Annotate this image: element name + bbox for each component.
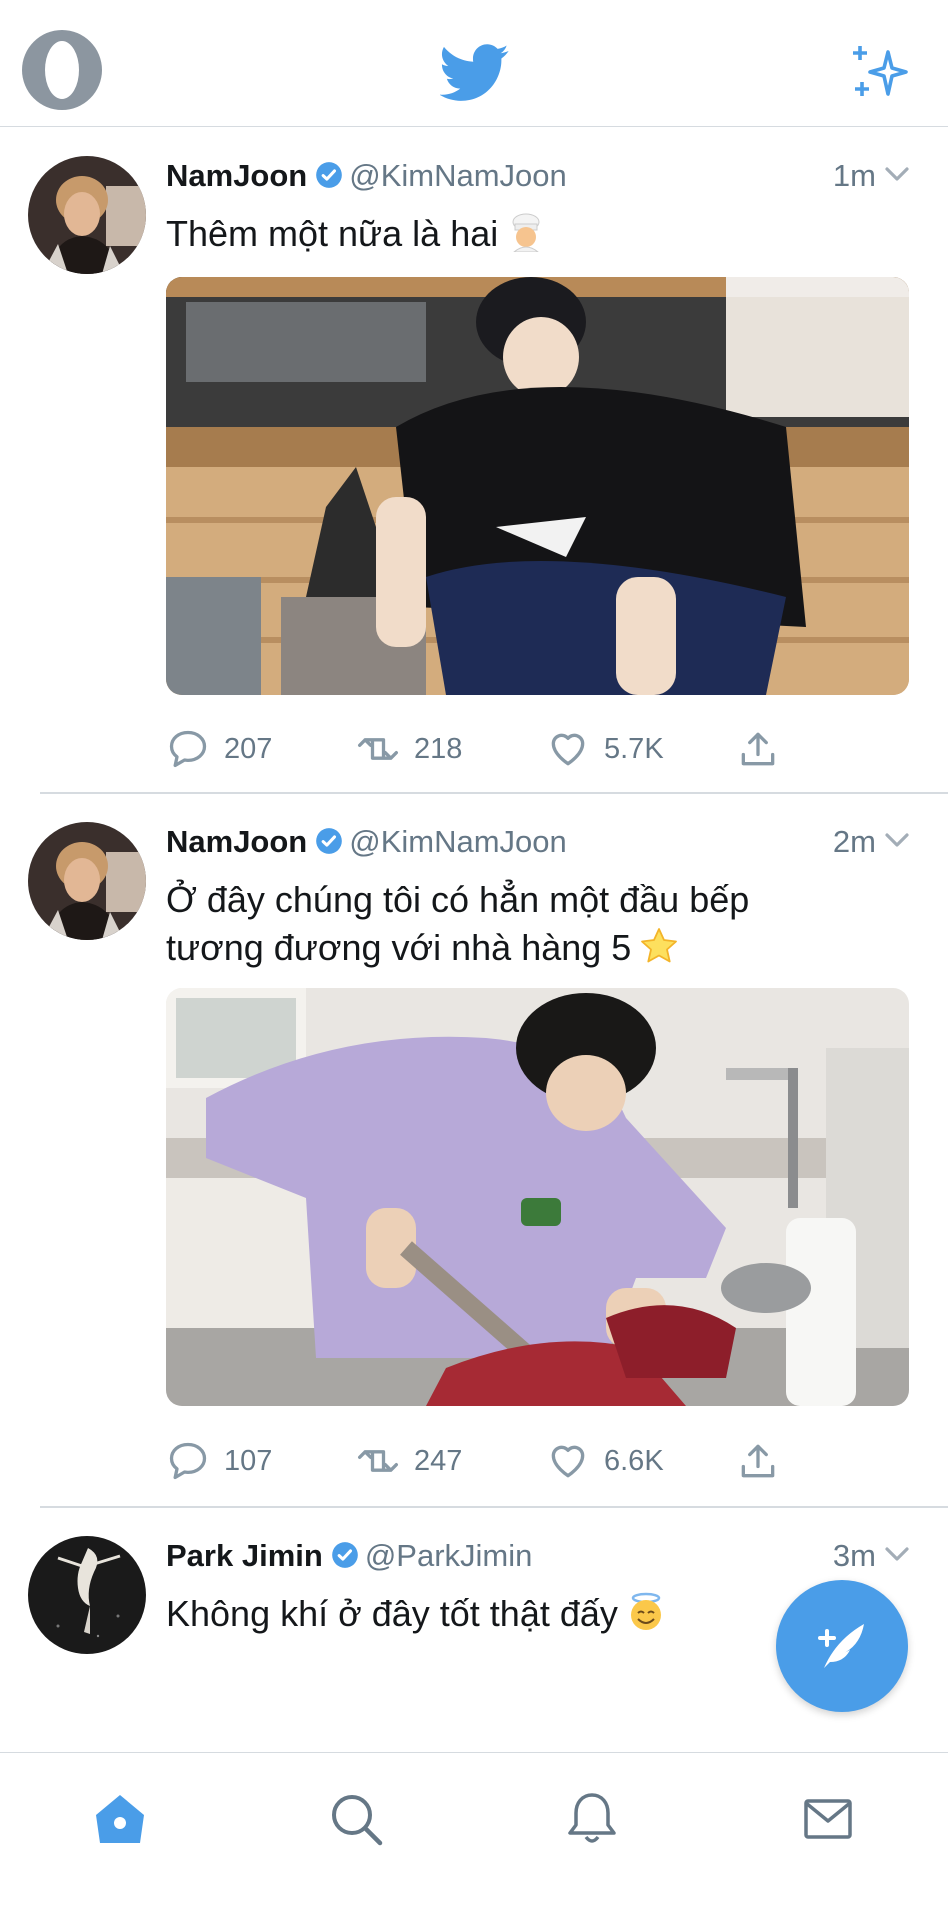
profile-avatar-icon[interactable] bbox=[22, 30, 102, 110]
tweet-item[interactable]: NamJoon @KimNamJoon 2m Ở đây chúng tôi có… bbox=[0, 794, 948, 1508]
author-handle[interactable]: @ParkJimin bbox=[365, 1538, 533, 1573]
tweet-text-content: Không khí ở đây tốt thật đấy bbox=[166, 1593, 618, 1634]
tweet-header: Park Jimin @ParkJimin 3m bbox=[166, 1538, 916, 1578]
verified-badge-icon bbox=[316, 828, 343, 854]
search-icon bbox=[332, 1795, 383, 1846]
avatar[interactable] bbox=[28, 822, 146, 940]
tweet-item[interactable]: NamJoon @KimNamJoon 1m Thêm một nữa là ha… bbox=[0, 128, 948, 794]
retweet-icon bbox=[358, 738, 398, 760]
tweet-actions: 107 247 6.6K bbox=[166, 1436, 866, 1486]
tweet-time: 2m bbox=[833, 824, 910, 860]
verified-badge-icon bbox=[331, 1542, 358, 1568]
nav-home[interactable] bbox=[90, 1789, 150, 1849]
like-button[interactable]: 5.7K bbox=[546, 724, 664, 774]
retweet-icon bbox=[358, 1450, 398, 1472]
tweet-photo[interactable] bbox=[166, 988, 909, 1406]
tweet-text: Ở đây chúng tôi có hẳn một đầu bếp tương… bbox=[166, 876, 926, 972]
share-icon bbox=[741, 732, 775, 766]
tweet-text-line-2: tương đương với nhà hàng 5 bbox=[166, 927, 632, 968]
reply-icon bbox=[169, 730, 207, 768]
share-button[interactable] bbox=[736, 724, 780, 774]
top-bar bbox=[0, 0, 948, 127]
nav-messages[interactable] bbox=[798, 1789, 858, 1849]
reply-count: 207 bbox=[224, 732, 273, 765]
chevron-down-icon[interactable] bbox=[884, 830, 910, 850]
nav-notifications[interactable] bbox=[562, 1789, 622, 1849]
avatar[interactable] bbox=[28, 1536, 146, 1654]
sparkle-icon[interactable] bbox=[850, 44, 910, 100]
author-handle[interactable]: @KimNamJoon bbox=[349, 824, 567, 859]
retweet-button[interactable]: 218 bbox=[356, 724, 462, 774]
star-emoji bbox=[641, 928, 678, 963]
retweet-count: 247 bbox=[414, 1444, 463, 1477]
share-button[interactable] bbox=[736, 1436, 780, 1486]
verified-badge-icon bbox=[316, 162, 343, 188]
avatar[interactable] bbox=[28, 156, 146, 274]
like-count: 5.7K bbox=[604, 732, 664, 765]
reply-button[interactable]: 107 bbox=[166, 1436, 272, 1486]
author-name[interactable]: Park Jimin bbox=[166, 1538, 323, 1573]
compose-feather-icon bbox=[818, 1624, 864, 1668]
reply-count: 107 bbox=[224, 1444, 273, 1477]
messages-icon bbox=[804, 1799, 852, 1839]
reply-icon bbox=[169, 1442, 207, 1480]
tweet-text-line-2-wrap: tương đương với nhà hàng 5 bbox=[166, 924, 926, 972]
tweet-time: 3m bbox=[833, 1538, 910, 1574]
share-icon bbox=[741, 1444, 775, 1478]
twitter-bird-icon bbox=[440, 44, 509, 101]
tweet-time-value: 3m bbox=[832, 1538, 876, 1573]
smiling-face-with-halo-emoji bbox=[630, 1592, 661, 1630]
author-name[interactable]: NamJoon bbox=[166, 158, 307, 193]
notifications-icon bbox=[568, 1793, 616, 1843]
tweet-photo[interactable] bbox=[166, 277, 909, 695]
compose-tweet-button[interactable] bbox=[776, 1580, 908, 1712]
chevron-down-icon[interactable] bbox=[884, 164, 910, 184]
chevron-down-icon[interactable] bbox=[884, 1544, 910, 1564]
tweet-actions: 207 218 5.7K bbox=[166, 724, 866, 774]
home-icon bbox=[96, 1795, 144, 1843]
author-name[interactable]: NamJoon bbox=[166, 824, 307, 859]
tweet-time-value: 1m bbox=[832, 158, 876, 193]
reply-button[interactable]: 207 bbox=[166, 724, 272, 774]
tweet-header: NamJoon @KimNamJoon 1m bbox=[166, 158, 916, 198]
cook-emoji bbox=[512, 213, 540, 252]
like-button[interactable]: 6.6K bbox=[546, 1436, 664, 1486]
author-handle[interactable]: @KimNamJoon bbox=[349, 158, 567, 193]
tweet-text-content: Thêm một nữa là hai bbox=[166, 213, 499, 254]
bottom-navigation bbox=[0, 1752, 948, 1920]
nav-search[interactable] bbox=[326, 1789, 386, 1849]
tweet-header: NamJoon @KimNamJoon 2m bbox=[166, 824, 916, 864]
tweet-text-line-1: Ở đây chúng tôi có hẳn một đầu bếp bbox=[166, 879, 750, 920]
retweet-count: 218 bbox=[414, 732, 463, 765]
tweet-text: Thêm một nữa là hai bbox=[166, 210, 926, 258]
retweet-button[interactable]: 247 bbox=[356, 1436, 462, 1486]
tweet-time: 1m bbox=[833, 158, 910, 194]
heart-icon bbox=[551, 1445, 585, 1478]
heart-icon bbox=[551, 733, 585, 766]
like-count: 6.6K bbox=[604, 1444, 664, 1477]
tweet-time-value: 2m bbox=[832, 824, 876, 859]
timeline-feed[interactable]: NamJoon @KimNamJoon 1m Thêm một nữa là ha… bbox=[0, 128, 948, 1752]
